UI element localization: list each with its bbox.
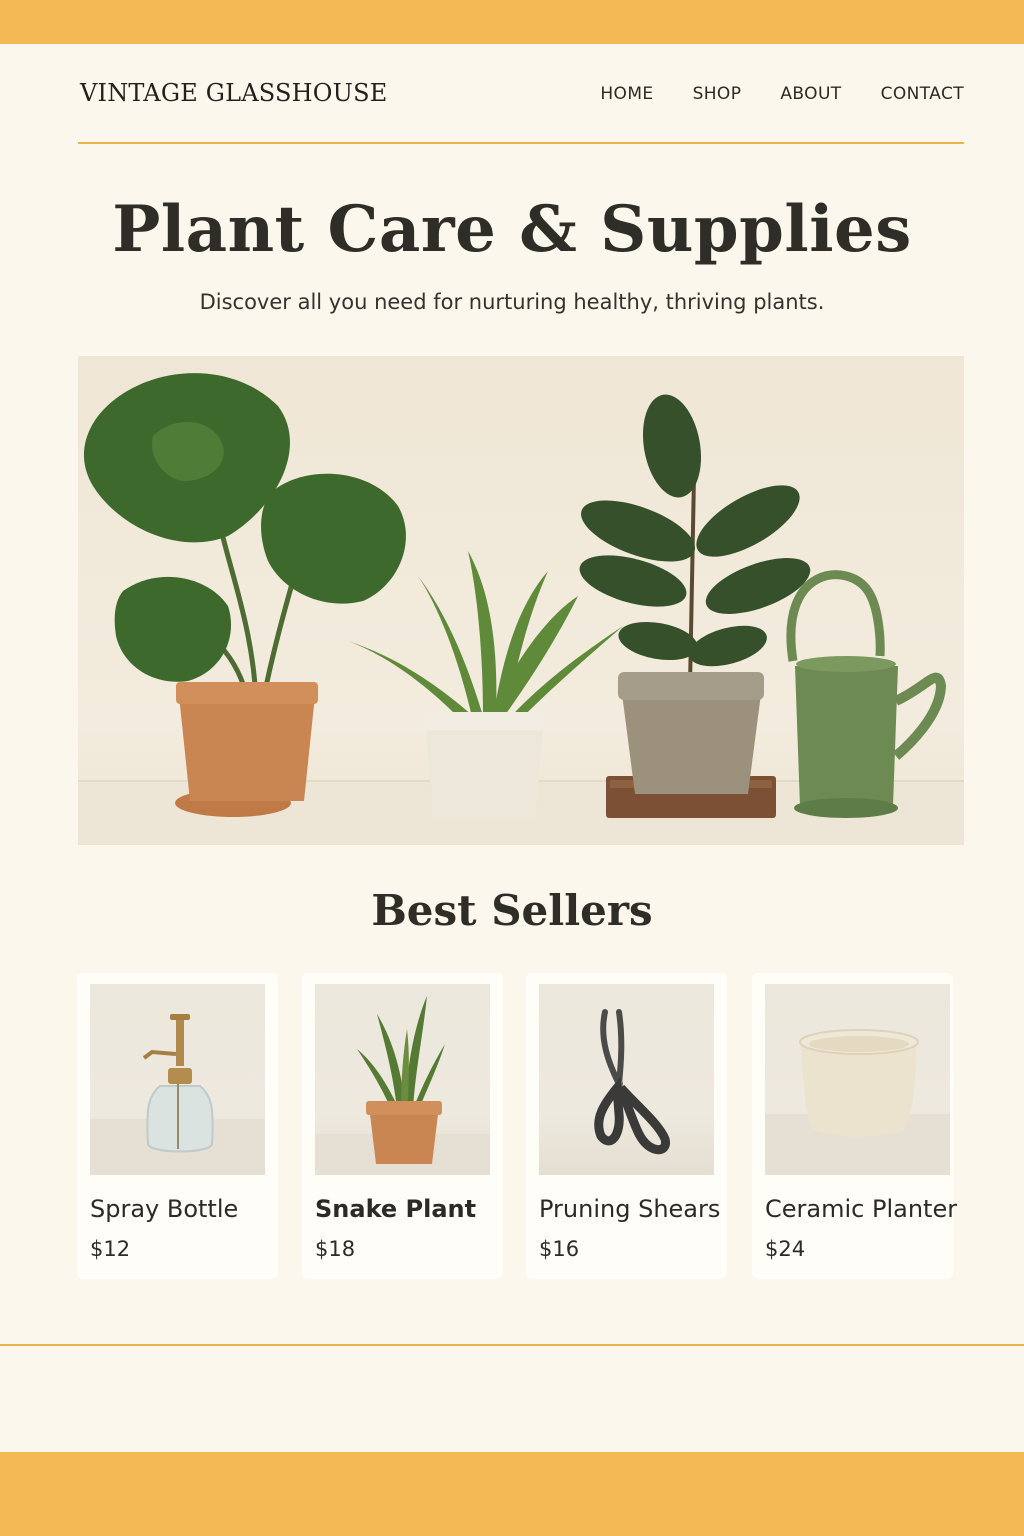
product-price: $12 [90,1237,131,1261]
hero-image [78,356,964,845]
footer-divider [0,1344,1024,1346]
product-grid: Spray Bottle $12 Snake Plant $18 Pruning… [77,973,965,1279]
brand-logo[interactable]: VINTAGE GLASSHOUSE [80,79,387,107]
product-name[interactable]: Pruning Shears [539,1195,720,1223]
page-subtitle: Discover all you need for nurturing heal… [199,290,825,314]
page: VINTAGE GLASSHOUSE HOME SHOP ABOUT CONTA… [0,44,1024,1452]
best-sellers-title: Best Sellers [371,886,653,935]
product-card-spray-bottle[interactable]: Spray Bottle $12 [77,973,278,1279]
ceramic-planter-image[interactable] [765,984,950,1175]
product-price: $16 [539,1237,580,1261]
product-card-snake-plant[interactable]: Snake Plant $18 [302,973,503,1279]
site-header: VINTAGE GLASSHOUSE HOME SHOP ABOUT CONTA… [78,44,964,144]
nav-home[interactable]: HOME [600,84,653,104]
page-title: Plant Care & Supplies [112,192,912,267]
product-card-pruning-shears[interactable]: Pruning Shears $16 [526,973,727,1279]
nav-about[interactable]: ABOUT [780,84,841,104]
product-price: $24 [765,1237,806,1261]
spray-bottle-image[interactable] [90,984,265,1175]
product-price: $18 [315,1237,356,1261]
snake-plant-image[interactable] [315,984,490,1175]
main-nav: HOME SHOP ABOUT CONTACT [561,84,964,104]
product-card-ceramic-planter[interactable]: Ceramic Planter $24 [752,973,957,1279]
product-name[interactable]: Ceramic Planter [765,1195,957,1223]
pruning-shears-image[interactable] [539,984,714,1175]
nav-contact[interactable]: CONTACT [881,84,964,104]
product-name[interactable]: Snake Plant [315,1195,476,1223]
product-name[interactable]: Spray Bottle [90,1195,238,1223]
nav-shop[interactable]: SHOP [693,84,742,104]
